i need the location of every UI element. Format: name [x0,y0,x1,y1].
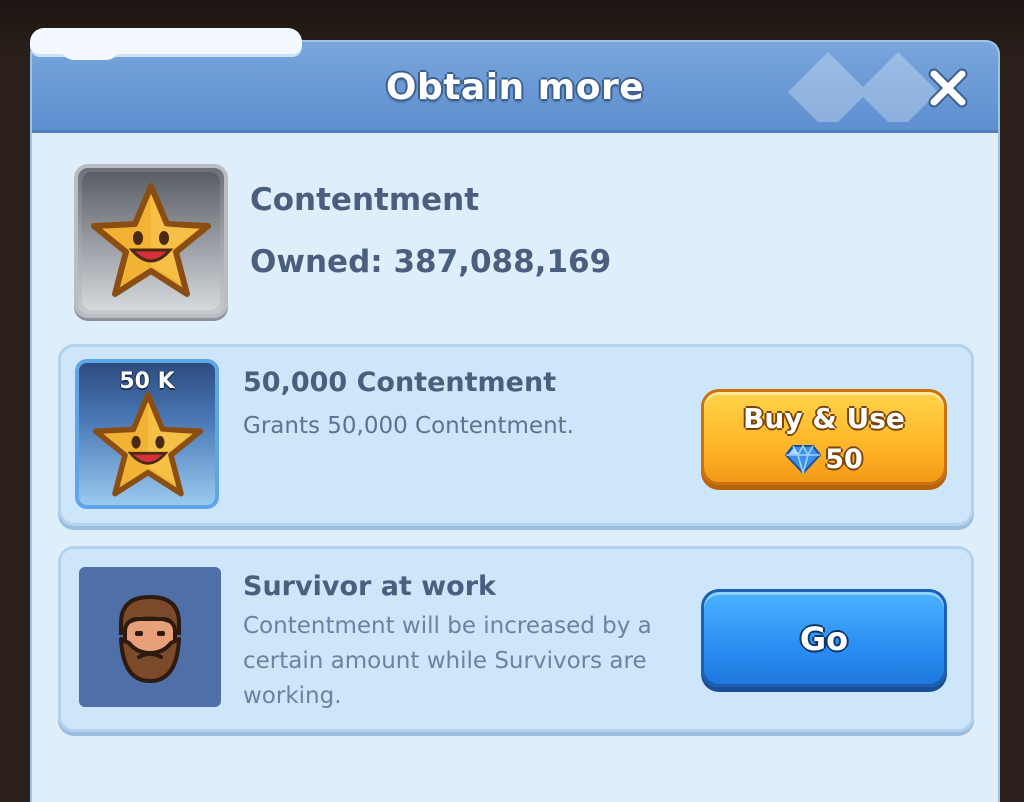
close-button[interactable] [924,64,972,112]
smiling-star-icon [92,391,204,497]
buy-button-cost: 50 [704,442,944,476]
buy-and-use-button[interactable]: Buy & Use 50 [701,389,947,485]
smiling-star-icon [91,183,211,297]
go-button[interactable]: Go [701,589,947,687]
buy-button-label: Buy & Use [743,402,905,435]
gem-icon [785,444,822,474]
snow-decoration [30,28,302,60]
obtain-more-dialog: Obtain more Contentment Owned: 387,088,1… [30,40,1000,802]
pack-amount-badge: 50 K [119,369,175,394]
offer-title: 50,000 Contentment [243,367,557,398]
go-button-label: Go [799,620,849,658]
resource-icon-frame [74,164,228,318]
survivor-icon-frame [79,567,221,707]
offer-card-survivor: Survivor at work Contentment will be inc… [58,546,974,732]
pack-icon-frame: 50 K [75,359,219,509]
resource-owned: Owned: 387,088,169 [250,244,612,280]
dialog-title: Obtain more [385,67,645,108]
buy-button-cost-value: 50 [825,443,863,475]
offer-card-buy: 50 K 50,000 Contentment Grants 50,000 Co… [58,344,974,526]
bearded-survivor-icon [119,594,181,683]
offer-description: Grants 50,000 Contentment. [243,413,574,439]
offer-description: Contentment will be increased by a certa… [243,613,652,709]
resource-name: Contentment [250,182,480,218]
close-icon [928,68,968,108]
offer-title: Survivor at work [243,571,496,602]
dialog-header: Obtain more [32,42,998,133]
